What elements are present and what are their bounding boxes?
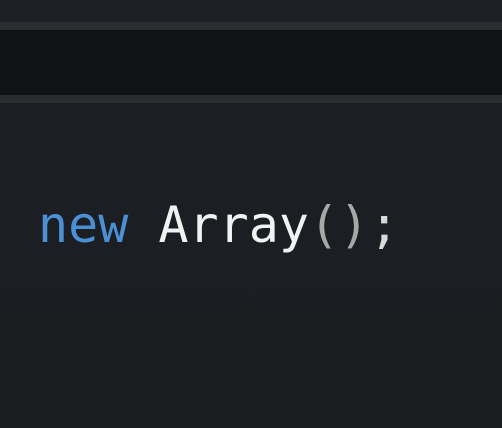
- parens-token: (): [308, 196, 370, 254]
- screen: new Array();: [0, 0, 502, 428]
- code-line[interactable]: new Array();: [38, 190, 399, 260]
- identifier-token: Array: [158, 196, 309, 254]
- keyword-token: new: [38, 196, 129, 254]
- toolbar: [0, 30, 502, 95]
- top-strip: [0, 0, 502, 22]
- toolbar-bottom-border: [0, 95, 502, 103]
- toolbar-top-border: [0, 22, 502, 30]
- semicolon-token: ;: [369, 196, 400, 254]
- code-editor[interactable]: [0, 103, 502, 428]
